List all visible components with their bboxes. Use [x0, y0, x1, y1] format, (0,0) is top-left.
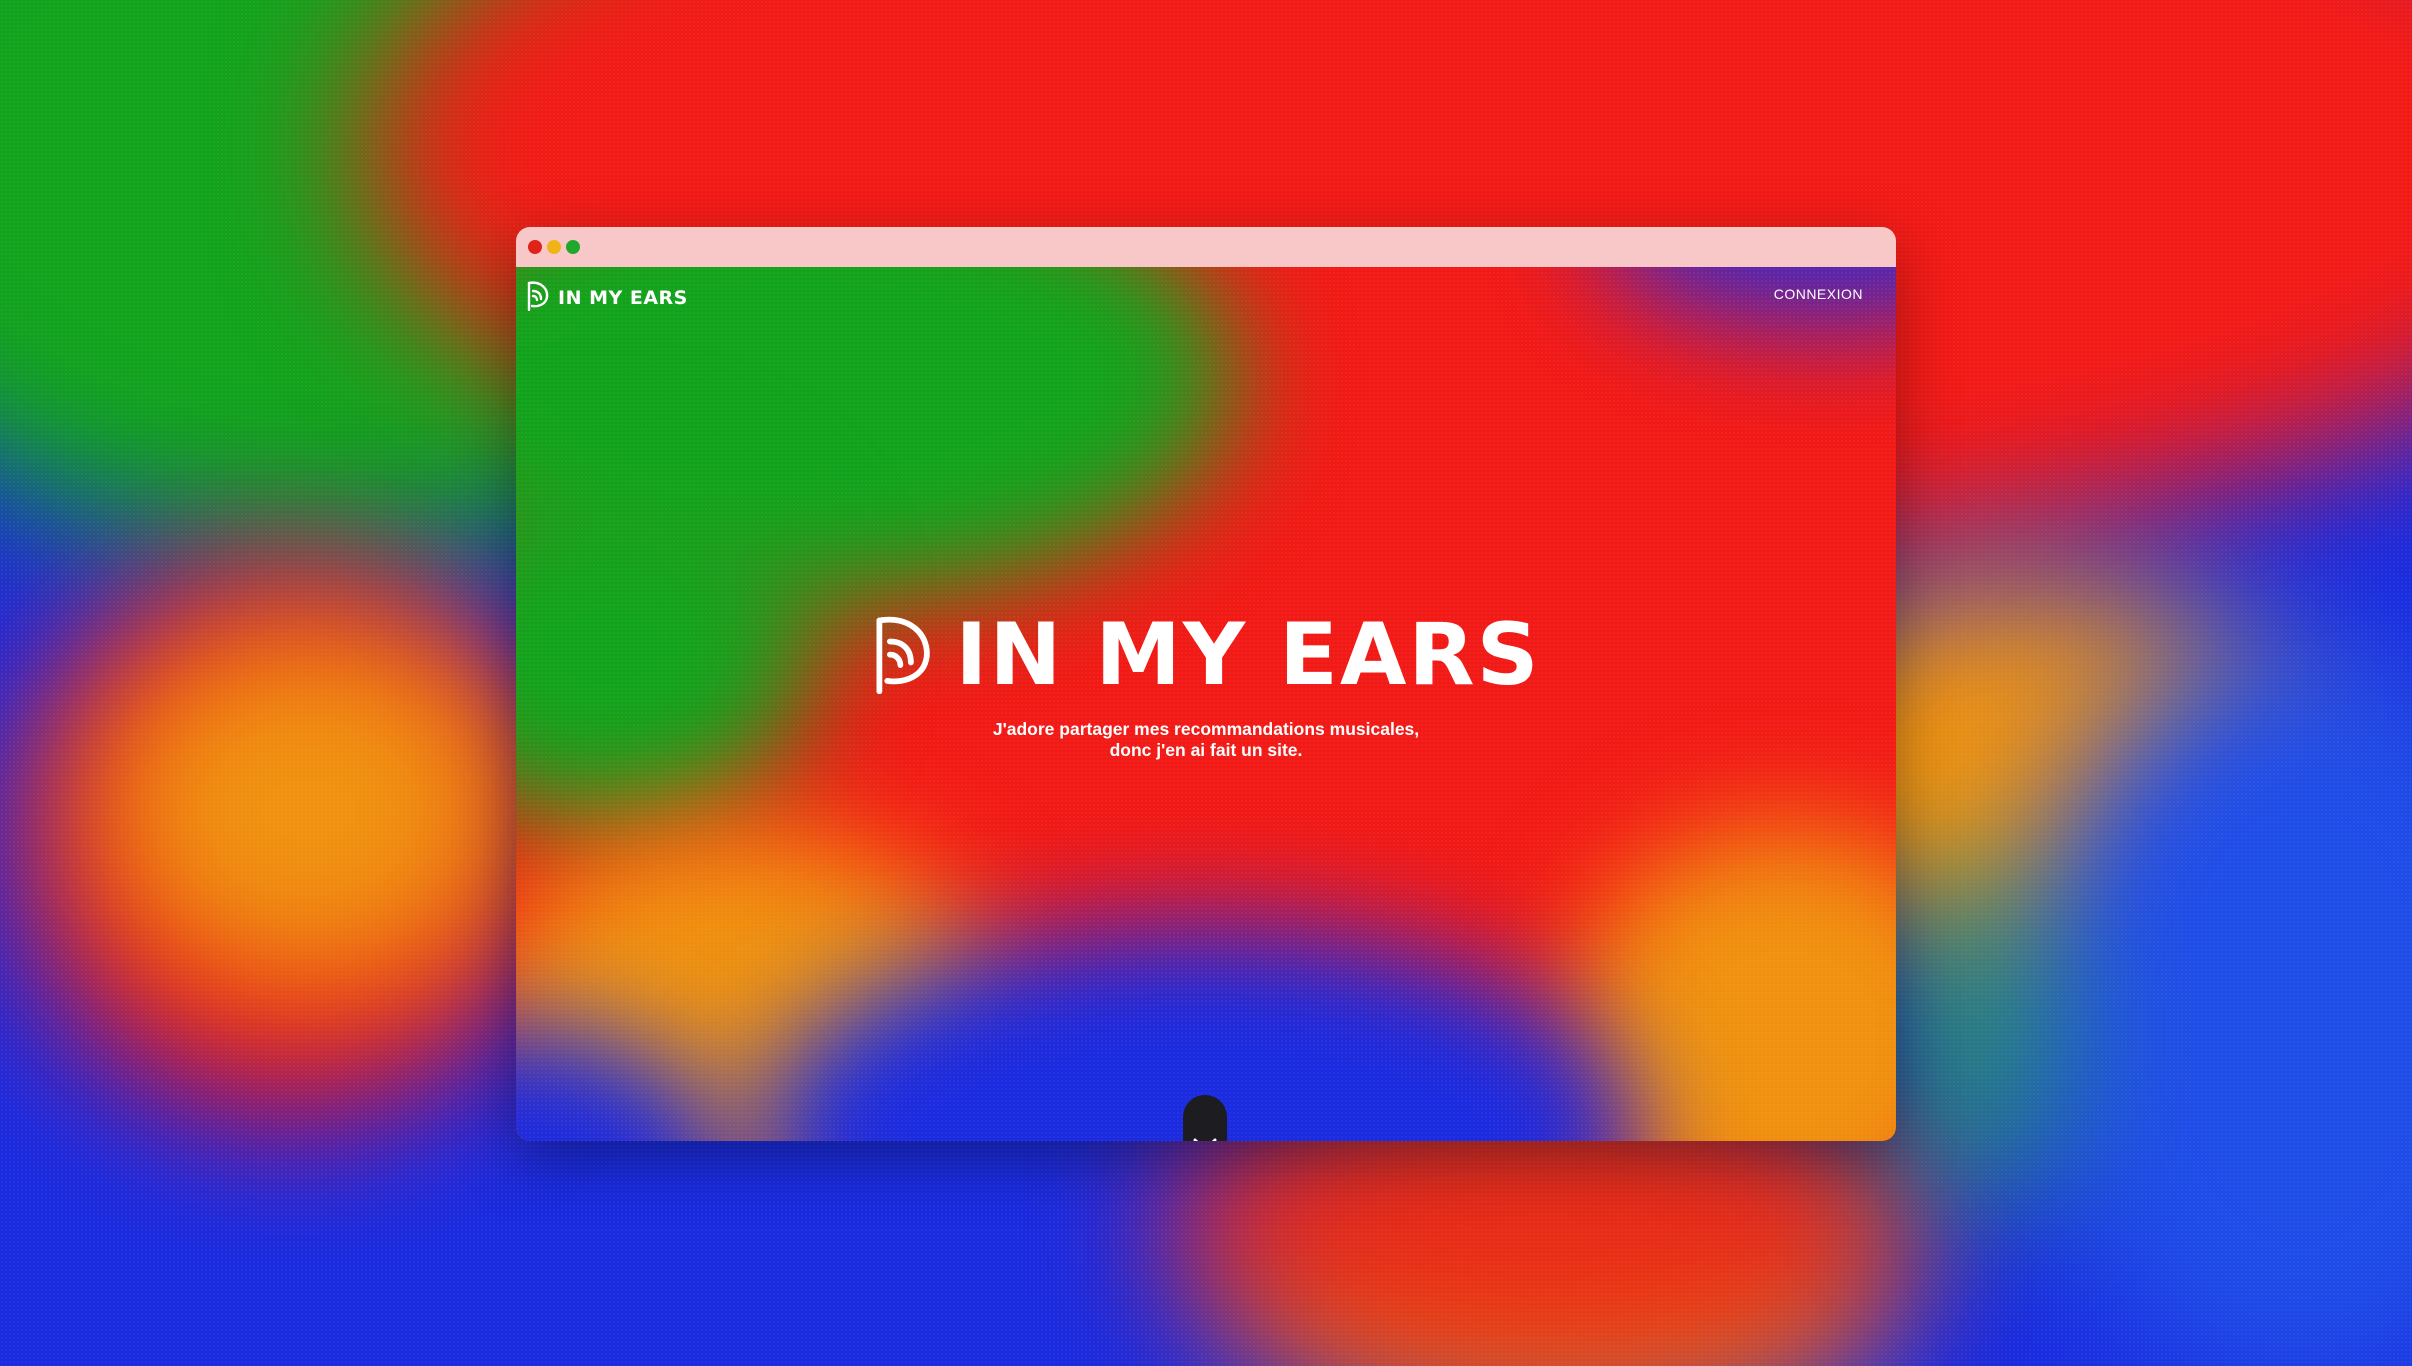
minimize-button[interactable] [547, 240, 561, 254]
hero-subtitle-line-1: J'adore partager mes recommandations mus… [992, 719, 1420, 739]
bg-blob-green-right [1880, 860, 2060, 1220]
hero-brand: IN MY EARS [871, 610, 1540, 699]
hero-subtitle: J'adore partager mes recommandations mus… [993, 719, 1419, 761]
page-viewport: IN MY EARS CONNEXION IN MY EARS J'adore … [516, 267, 1896, 1141]
close-button[interactable] [528, 240, 542, 254]
scroll-down-button[interactable] [1183, 1095, 1227, 1141]
ear-icon [526, 279, 550, 316]
hero-subtitle-line-2: donc j'en ai fait un site. [1109, 740, 1303, 760]
browser-window: IN MY EARS CONNEXION IN MY EARS J'adore … [516, 227, 1896, 1141]
hero: IN MY EARS J'adore partager mes recomman… [516, 610, 1896, 761]
maximize-button[interactable] [566, 240, 580, 254]
nav-logo[interactable]: IN MY EARS [526, 279, 688, 316]
desktop-background: IN MY EARS CONNEXION IN MY EARS J'adore … [0, 0, 2412, 1366]
login-link[interactable]: CONNEXION [1774, 286, 1863, 302]
window-titlebar [516, 227, 1896, 267]
chevron-down-icon [1191, 1136, 1219, 1141]
hero-title: IN MY EARS [955, 604, 1541, 705]
ear-icon [871, 610, 935, 699]
bg-blob-orange-left [90, 620, 530, 1000]
nav-brand: IN MY EARS [558, 286, 688, 309]
